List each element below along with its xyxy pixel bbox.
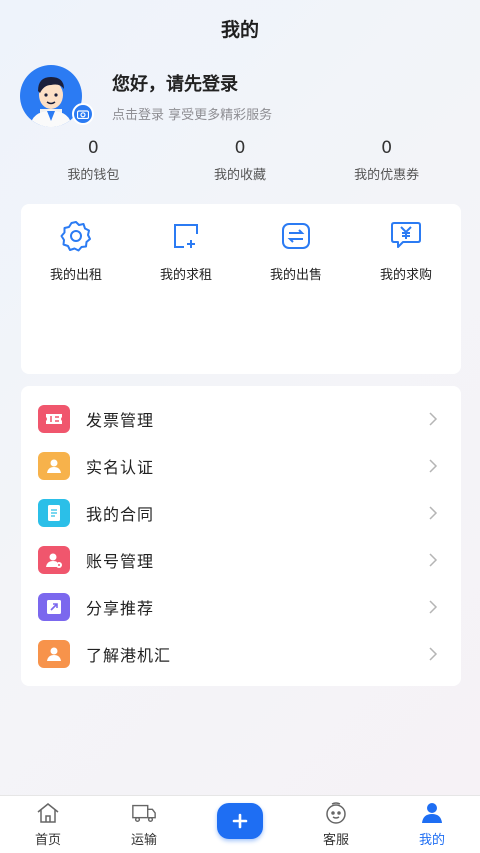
invoice-icon [38,404,70,433]
service-icon [323,801,349,825]
tab-customer-service[interactable]: 客服 [288,796,384,853]
add-square-icon [168,218,204,254]
menu-item-share[interactable]: 分享推荐 [21,583,461,630]
stat-value: 0 [87,138,99,158]
login-hint: 点击登录 享受更多精彩服务 [112,107,273,123]
menu-item-invoice[interactable]: 发票管理 [21,395,461,442]
menu-item-label: 分享推荐 [86,598,155,618]
actions-card: 我的出租 我的求租 我的出售 我的求购 [21,204,461,374]
menu-item-contract[interactable]: 我的合同 [21,489,461,536]
menu-item-label: 发票管理 [86,410,155,430]
action-my-sale[interactable]: 我的出售 [241,218,351,374]
id-verify-icon [38,451,70,480]
chevron-right-icon [429,599,438,614]
contract-icon [38,498,70,527]
stat-coupons[interactable]: 0 我的优惠券 [313,138,460,183]
account-icon [38,545,70,574]
stat-favorites[interactable]: 0 我的收藏 [167,138,314,183]
chevron-right-icon [429,646,438,661]
action-label: 我的求租 [159,268,212,283]
stats-row: 0 我的钱包 0 我的收藏 0 我的优惠券 [20,138,460,183]
menu-item-account[interactable]: 账号管理 [21,536,461,583]
chevron-right-icon [429,505,438,520]
chevron-right-icon [429,552,438,567]
tab-label: 运输 [130,833,157,848]
plus-icon[interactable] [217,802,263,839]
chevron-right-icon [429,458,438,473]
truck-icon [131,801,157,825]
home-icon [35,801,61,825]
tab-home[interactable]: 首页 [0,796,96,853]
tab-label: 我的 [418,833,445,848]
menu-item-label: 实名认证 [86,457,155,477]
camera-badge-icon [72,103,94,125]
menu-item-label: 我的合同 [86,504,155,524]
avatar[interactable] [20,65,94,127]
bottom-tab-bar: 首页 运输 客服 我的 [0,795,480,853]
stat-label: 我的优惠券 [354,168,420,183]
yuan-chat-icon [388,218,424,254]
tab-transport[interactable]: 运输 [96,796,192,853]
stat-label: 我的收藏 [214,168,267,183]
profile-login-area[interactable]: 您好，请先登录 点击登录 享受更多精彩服务 [20,64,460,128]
gear-icon [58,218,94,254]
title-bar: 我的 [0,0,480,56]
exchange-icon [278,218,314,254]
action-my-purchase[interactable]: 我的求购 [351,218,461,374]
action-label: 我的出售 [269,268,322,283]
stat-label: 我的钱包 [67,168,120,183]
tab-label: 客服 [322,833,349,848]
stat-value: 0 [381,138,393,158]
menu-card: 发票管理 实名认证 我的合同 账号管理 分享推荐 了解港机汇 [21,386,461,686]
share-icon [38,592,70,621]
menu-item-about[interactable]: 了解港机汇 [21,630,461,677]
action-my-rent-out[interactable]: 我的出租 [21,218,131,374]
stat-wallet[interactable]: 0 我的钱包 [20,138,167,183]
action-label: 我的求购 [379,268,432,283]
chevron-right-icon [429,411,438,426]
about-icon [38,639,70,668]
user-icon [419,801,445,825]
login-greeting[interactable]: 您好，请先登录 [112,70,272,96]
menu-item-label: 账号管理 [86,551,155,571]
page-title: 我的 [220,18,259,41]
tab-mine[interactable]: 我的 [384,796,480,853]
action-my-rent-request[interactable]: 我的求租 [131,218,241,374]
stat-value: 0 [234,138,246,158]
action-label: 我的出租 [49,268,102,283]
tab-label: 首页 [34,833,61,848]
menu-item-label: 了解港机汇 [86,645,172,665]
menu-item-real-name[interactable]: 实名认证 [21,442,461,489]
tab-publish[interactable] [192,796,288,853]
profile-text[interactable]: 您好，请先登录 点击登录 享受更多精彩服务 [112,70,272,123]
